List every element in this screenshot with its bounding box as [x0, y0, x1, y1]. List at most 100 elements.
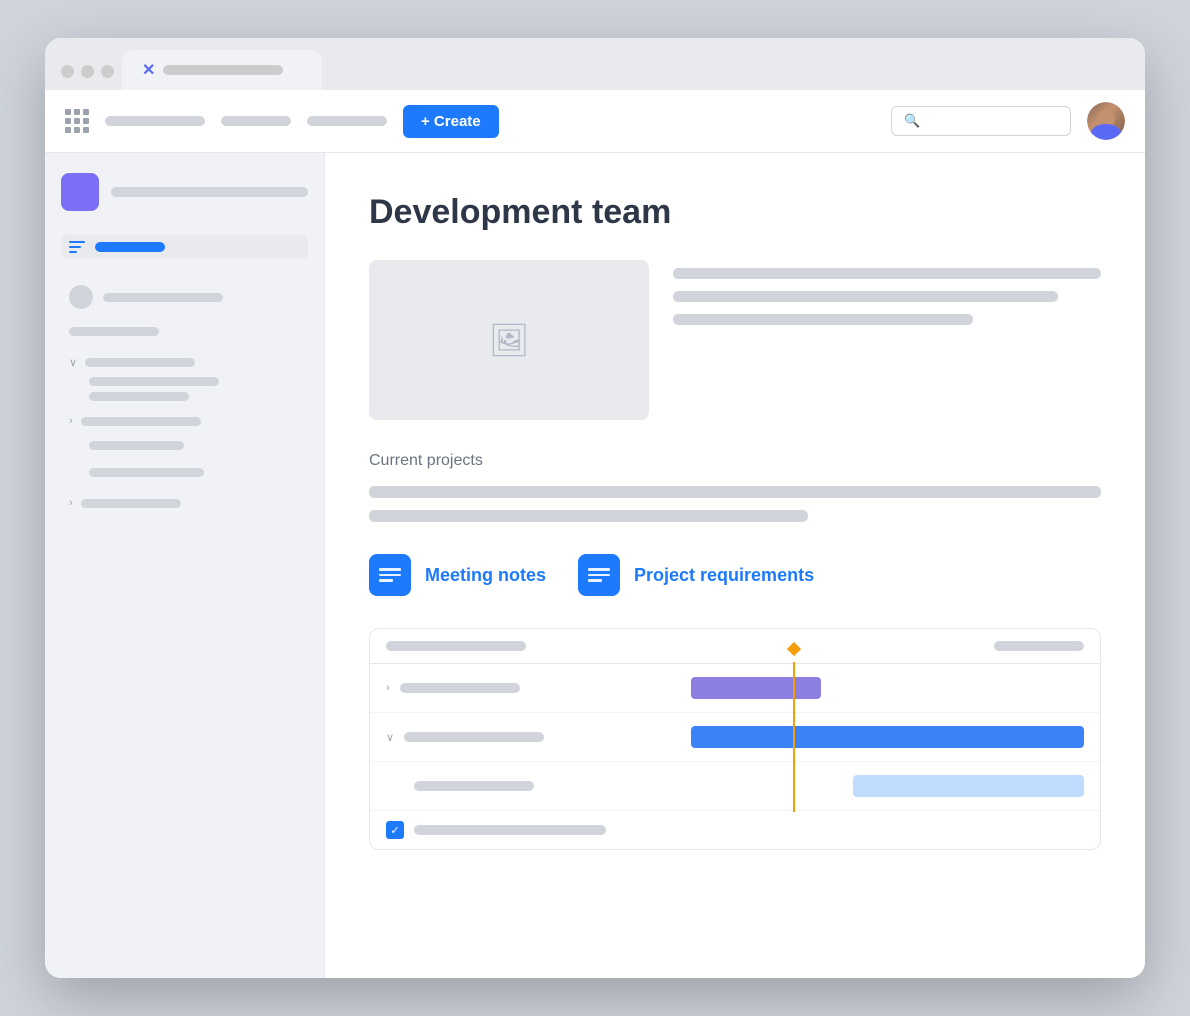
chevron-right-icon: ›	[69, 497, 73, 509]
sidebar-item[interactable]	[61, 279, 308, 315]
nav-item-2[interactable]	[221, 116, 291, 126]
gantt-task-label-1	[400, 683, 520, 693]
gantt-bar-purple	[691, 677, 820, 699]
gantt-header-right	[622, 641, 1084, 651]
apps-grid-icon[interactable]	[65, 109, 89, 133]
sidebar-item-label	[89, 468, 204, 477]
search-icon: 🔍	[904, 113, 920, 129]
gantt-row-3[interactable]	[370, 762, 1100, 811]
gantt-bar-light	[853, 775, 1084, 797]
sidebar-section-2: ∨	[61, 352, 308, 401]
today-line	[793, 662, 795, 714]
window-controls	[61, 65, 114, 90]
project-lines	[369, 486, 1101, 522]
hero-text-line-3	[673, 314, 973, 325]
maximize-dot[interactable]	[101, 65, 114, 78]
sidebar: ∨ ›	[45, 153, 325, 978]
chevron-right-icon: ›	[69, 415, 73, 427]
search-input[interactable]	[928, 117, 1028, 126]
sidebar-header	[61, 173, 308, 211]
gantt-chart: › ∨	[369, 628, 1101, 850]
space-title	[111, 187, 308, 197]
chevron-down-icon: ∨	[69, 356, 77, 369]
create-button[interactable]: + Create	[403, 105, 499, 138]
sidebar-filter-label	[95, 242, 165, 252]
project-line-1	[369, 486, 1101, 498]
main-layout: ∨ ›	[45, 153, 1145, 978]
avatar[interactable]	[1087, 102, 1125, 140]
gantt-header-date	[994, 641, 1084, 651]
meeting-notes-icon	[369, 554, 411, 596]
chevron-right-icon: ›	[386, 682, 390, 694]
hero-image: 🖼	[369, 260, 649, 420]
sidebar-item-label	[81, 417, 201, 426]
sidebar-filter-row[interactable]	[61, 235, 308, 259]
gantt-right-1	[622, 674, 1084, 702]
content-area: Development team 🖼 Current projects	[325, 153, 1145, 978]
section-title: Current projects	[369, 452, 1101, 470]
filter-icon	[69, 241, 85, 253]
hero-text-line-1	[673, 268, 1101, 279]
minimize-dot[interactable]	[81, 65, 94, 78]
sidebar-sub-item[interactable]	[61, 462, 308, 483]
page-title: Development team	[369, 193, 1101, 232]
gantt-task-label-3	[414, 781, 534, 791]
sidebar-sub-item[interactable]	[61, 377, 308, 386]
gantt-header	[370, 629, 1100, 664]
gantt-task-label-4	[414, 825, 606, 835]
sidebar-sub-item[interactable]	[61, 392, 308, 401]
sidebar-collapse-3[interactable]: ›	[61, 493, 308, 513]
gantt-row-1[interactable]: ›	[370, 664, 1100, 713]
sidebar-item-label	[103, 293, 223, 302]
checkbox-icon[interactable]: ✓	[386, 821, 404, 839]
browser-chrome: ✕	[45, 38, 1145, 90]
nav-item-1[interactable]	[105, 116, 205, 126]
top-navigation: + Create 🔍	[45, 90, 1145, 153]
nav-item-3[interactable]	[307, 116, 387, 126]
sidebar-collapse-1[interactable]: ∨	[61, 352, 308, 373]
card-meeting-notes[interactable]: Meeting notes	[369, 554, 546, 596]
sidebar-item-label	[89, 377, 219, 386]
tab-title	[163, 65, 283, 75]
sidebar-item-label	[89, 392, 189, 401]
sidebar-item-label	[81, 499, 181, 508]
gantt-right-3	[622, 772, 1084, 800]
gantt-header-left	[386, 641, 606, 651]
gantt-row-left-1: ›	[386, 682, 606, 694]
chevron-down-icon: ∨	[386, 731, 394, 744]
cards-row: Meeting notes Project requirements	[369, 554, 1101, 596]
sidebar-sub-item[interactable]	[61, 435, 308, 456]
space-icon	[61, 173, 99, 211]
gantt-task-label-2	[404, 732, 544, 742]
sidebar-section-3: ›	[61, 411, 308, 483]
sidebar-section-4: ›	[61, 493, 308, 513]
sidebar-item-label	[85, 358, 195, 367]
hero-text-line-2	[673, 291, 1058, 302]
gantt-row-left-2: ∨	[386, 731, 606, 744]
gantt-row-left-3	[386, 781, 606, 791]
browser-tab[interactable]: ✕	[122, 50, 322, 90]
project-requirements-icon	[578, 554, 620, 596]
gantt-header-label	[386, 641, 526, 651]
gantt-right-2	[622, 723, 1084, 751]
card-project-requirements[interactable]: Project requirements	[578, 554, 814, 596]
sidebar-item[interactable]	[61, 321, 308, 342]
gantt-row-2[interactable]: ∨	[370, 713, 1100, 762]
image-placeholder-icon: 🖼	[489, 321, 530, 359]
meeting-notes-label: Meeting notes	[425, 565, 546, 586]
gantt-row-left-4: ✓	[386, 821, 606, 839]
project-line-2	[369, 510, 808, 522]
hero-text	[673, 260, 1101, 420]
hero-section: 🖼	[369, 260, 1101, 420]
sidebar-section-1	[61, 279, 308, 342]
project-requirements-label: Project requirements	[634, 565, 814, 586]
confluence-icon: ✕	[142, 60, 155, 80]
search-box[interactable]: 🔍	[891, 106, 1071, 136]
gantt-row-4[interactable]: ✓	[370, 811, 1100, 849]
gantt-bar-blue	[691, 726, 1084, 748]
close-dot[interactable]	[61, 65, 74, 78]
sidebar-item-circle	[69, 285, 93, 309]
sidebar-item-label	[89, 441, 184, 450]
sidebar-collapse-2[interactable]: ›	[61, 411, 308, 431]
today-line-2	[793, 711, 795, 763]
